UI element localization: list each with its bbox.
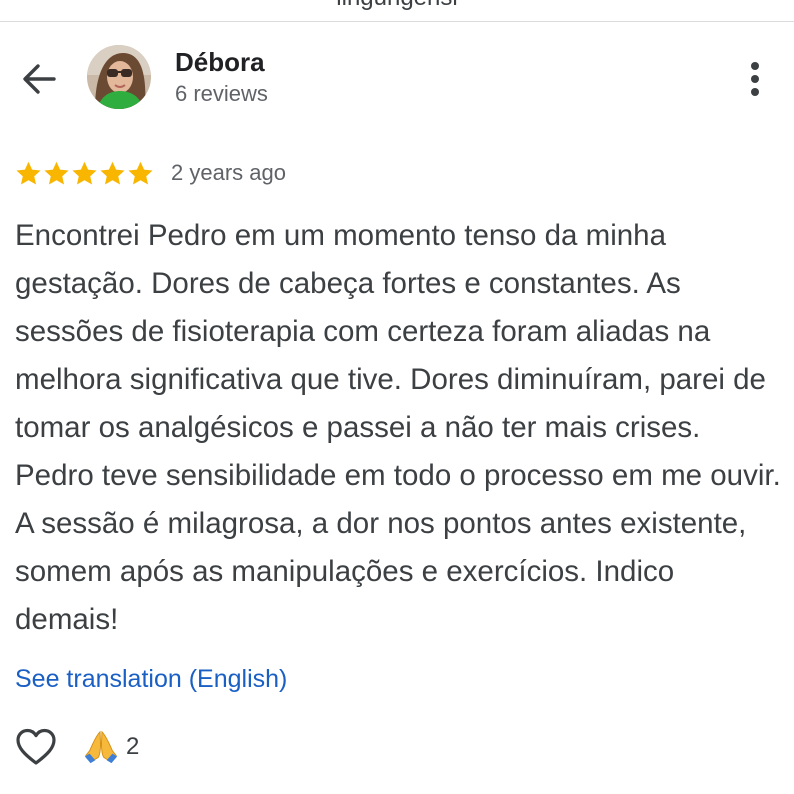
avatar[interactable] bbox=[87, 45, 151, 109]
more-vert-icon bbox=[751, 62, 759, 96]
star-icon bbox=[44, 161, 69, 185]
review-date: 2 years ago bbox=[171, 160, 286, 185]
back-button[interactable] bbox=[16, 56, 62, 102]
review-text: Encontrei Pedro em um momento tenso da m… bbox=[15, 219, 781, 636]
reaction-row: 2 bbox=[14, 724, 139, 770]
star-rating bbox=[15, 160, 154, 187]
reviewer-review-count: 6 reviews bbox=[175, 81, 268, 106]
star-icon bbox=[100, 161, 125, 185]
review-screen: lingungensi Débora 6 reviews bbox=[0, 0, 794, 794]
folded-hands-icon bbox=[84, 730, 118, 764]
avatar-photo bbox=[87, 45, 151, 109]
emoji-reaction-count: 2 bbox=[126, 733, 140, 760]
heart-outline-icon bbox=[16, 728, 56, 765]
top-header-strip: lingungensi bbox=[0, 0, 794, 22]
arrow-left-icon bbox=[23, 64, 56, 94]
like-button[interactable] bbox=[14, 725, 58, 769]
star-icon bbox=[72, 161, 97, 185]
star-icon bbox=[16, 161, 41, 185]
rating-row: 2 years ago bbox=[15, 157, 286, 189]
star-icon bbox=[128, 161, 153, 185]
more-options-button[interactable] bbox=[734, 56, 776, 102]
emoji-reaction-chip[interactable]: 2 bbox=[82, 728, 139, 766]
reviewer-name[interactable]: Débora bbox=[175, 46, 265, 78]
see-translation-link[interactable]: See translation (English) bbox=[15, 662, 287, 696]
header-title-truncated: lingungensi bbox=[0, 0, 794, 12]
